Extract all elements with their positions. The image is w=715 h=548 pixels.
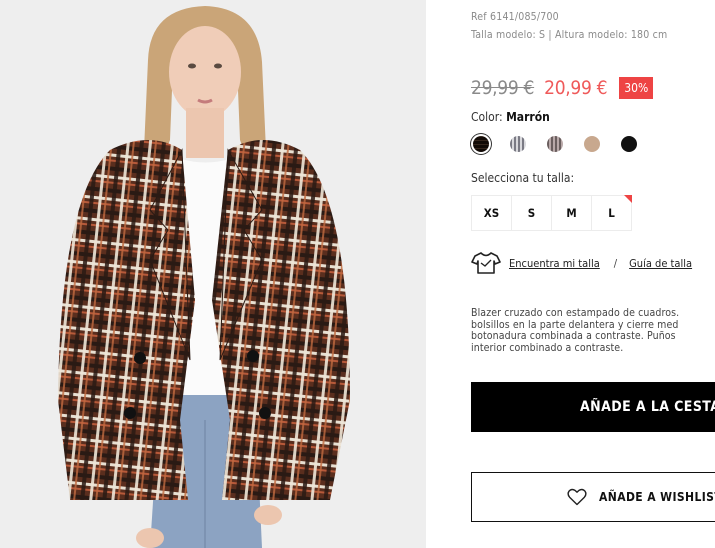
swatch-tan[interactable]: [584, 136, 600, 152]
add-to-wishlist-button[interactable]: AÑADE A WISHLIST: [471, 472, 715, 522]
size-guide-link[interactable]: Guía de talla: [629, 257, 692, 270]
product-details: Ref 6141/085/700 Talla modelo: S | Altur…: [471, 0, 715, 548]
low-stock-indicator: [624, 195, 632, 203]
size-option-xs[interactable]: XS: [471, 195, 512, 231]
product-photo[interactable]: [0, 0, 426, 548]
price-row: 29,99 € 20,99 € 30%: [471, 74, 654, 102]
separator: /: [613, 256, 618, 270]
product-ref: Ref 6141/085/700: [471, 11, 559, 23]
add-to-cart-button[interactable]: AÑADE A LA CESTA: [471, 382, 715, 432]
color-value: Marrón: [506, 110, 550, 124]
size-select-label: Selecciona tu talla:: [471, 171, 575, 185]
swatch-plaid-brown[interactable]: [473, 136, 489, 152]
size-option-m[interactable]: M: [551, 195, 592, 231]
find-my-size-link[interactable]: Encuentra mi talla: [509, 257, 600, 270]
size-selector: XS S M L: [471, 195, 632, 231]
color-swatches: [473, 136, 658, 152]
color-label: Color:: [471, 110, 503, 124]
tshirt-icon: [471, 251, 501, 275]
swatch-plaid-grey[interactable]: [510, 136, 526, 152]
size-option-s[interactable]: S: [511, 195, 552, 231]
color-selection-label: Color: Marrón: [471, 110, 550, 124]
size-option-l[interactable]: L: [591, 195, 632, 231]
swatch-black[interactable]: [621, 136, 637, 152]
sale-price: 20,99 €: [544, 77, 608, 99]
heart-icon: [567, 488, 587, 506]
discount-badge: 30%: [619, 77, 654, 99]
size-option-l-label: L: [608, 206, 615, 220]
product-description: Blazer cruzado con estampado de cuadros.…: [471, 307, 680, 354]
swatch-plaid-dark-grey[interactable]: [547, 136, 563, 152]
wishlist-label: AÑADE A WISHLIST: [599, 490, 715, 504]
size-help-row: Encuentra mi talla / Guía de talla: [471, 251, 692, 275]
model-info: Talla modelo: S | Altura modelo: 180 cm: [471, 29, 668, 41]
old-price: 29,99 €: [471, 77, 535, 99]
